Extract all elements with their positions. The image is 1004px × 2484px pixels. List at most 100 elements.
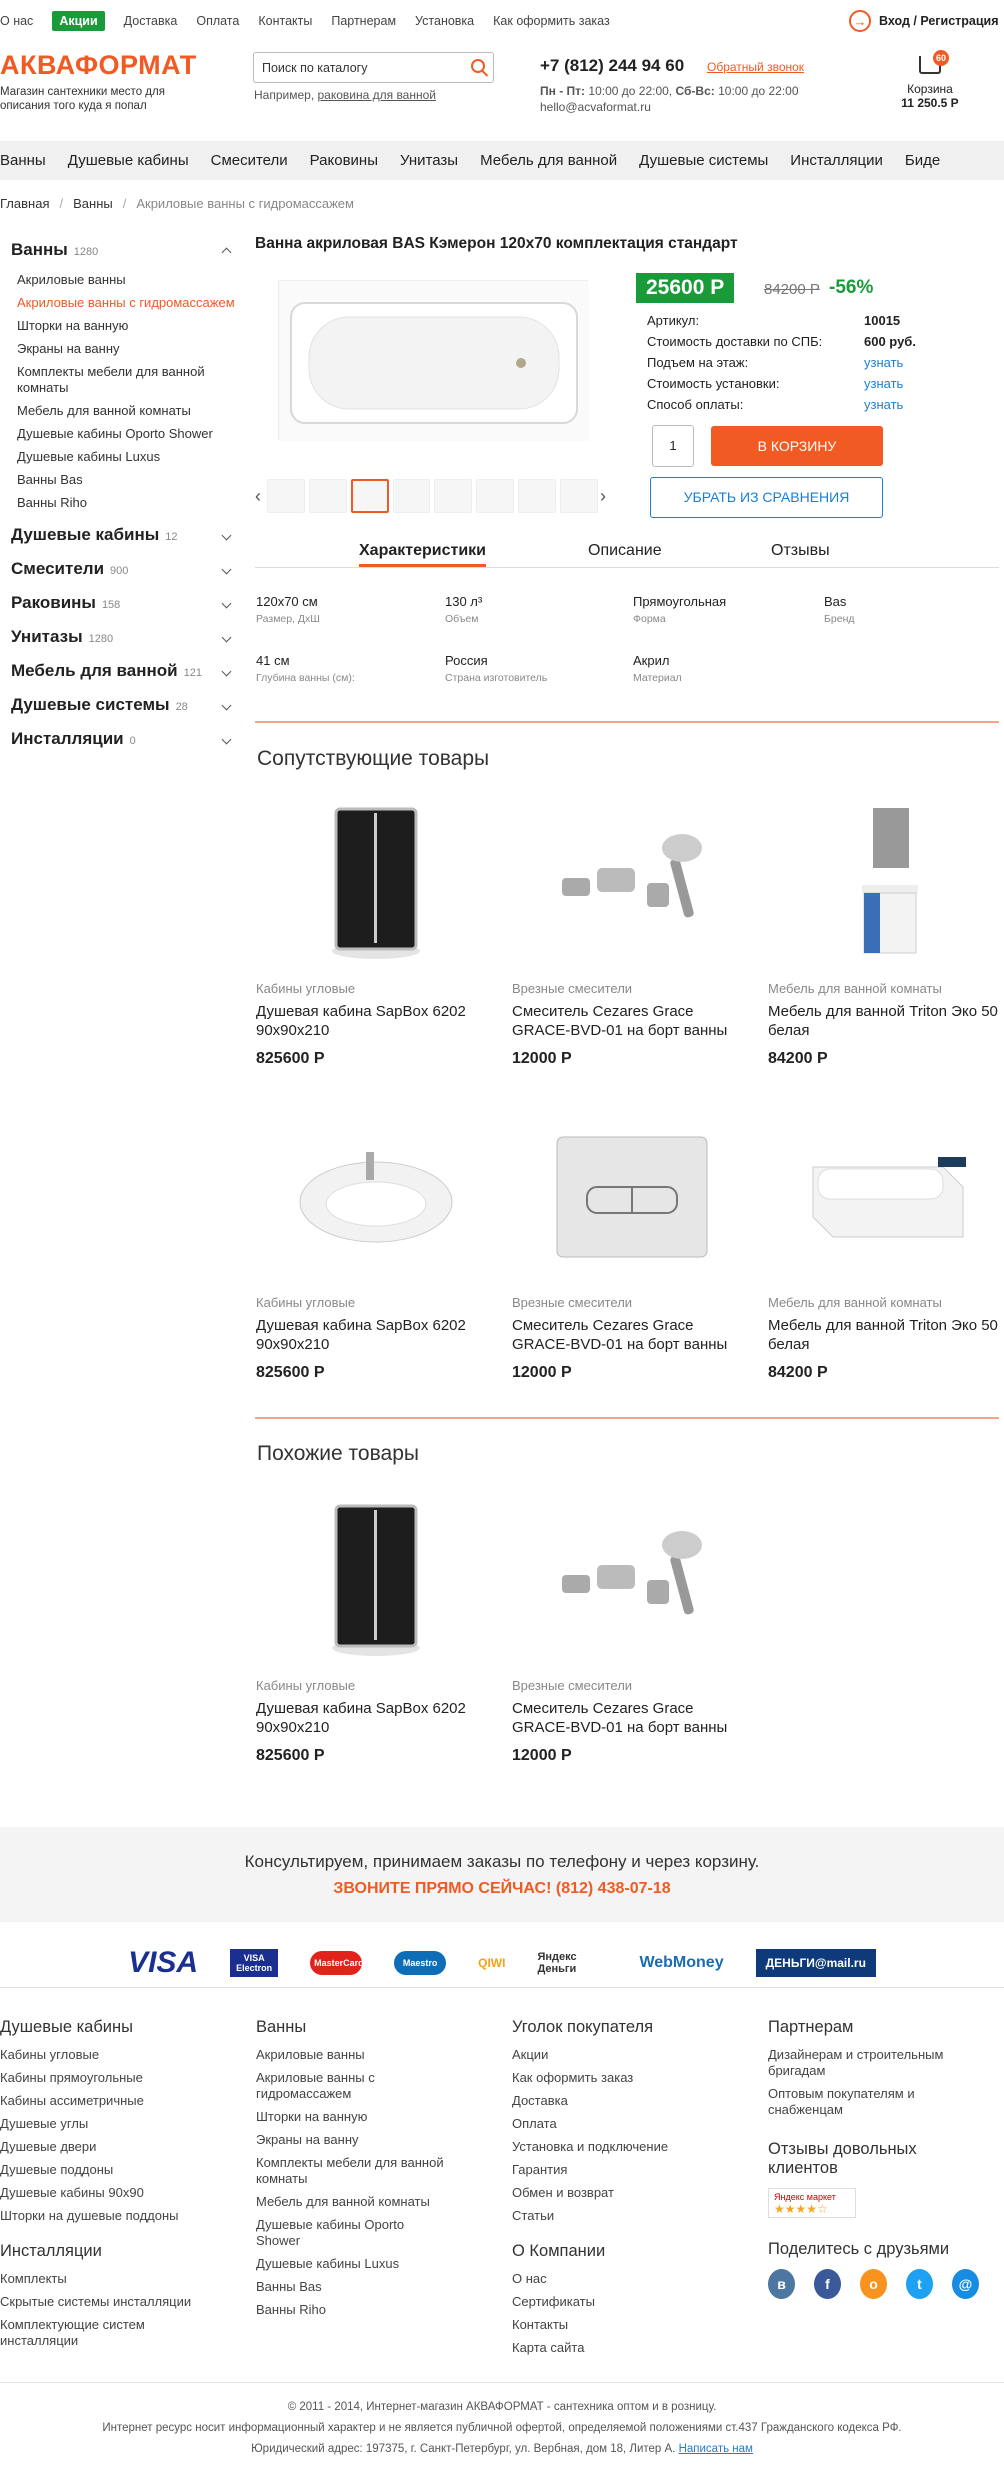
sidebar-subitem[interactable]: Комплекты мебели для ванной комнаты	[11, 364, 236, 396]
footer-link[interactable]: Оплата	[512, 2116, 742, 2132]
category-nav-item[interactable]: Мебель для ванной	[480, 152, 617, 169]
sidebar-subitem-active[interactable]: Акриловые ванны с гидромассажем	[11, 295, 236, 311]
product-card[interactable]: Мебель для ванной комнаты Мебель для ванн…	[768, 803, 1004, 1068]
top-nav-payment[interactable]: Оплата	[196, 14, 239, 28]
footer-link[interactable]: Статьи	[512, 2208, 742, 2224]
category-nav-item[interactable]: Раковины	[310, 152, 378, 169]
payment-method-link[interactable]: узнать	[864, 397, 903, 412]
floor-lift-link[interactable]: узнать	[864, 355, 903, 370]
footer-link[interactable]: Комплекты мебели для ванной комнаты	[256, 2155, 466, 2187]
sidebar-subitem[interactable]: Душевые кабины Luxus	[11, 449, 236, 465]
sidebar-group[interactable]: Душевые системы 28	[11, 688, 236, 722]
footer-link[interactable]: Кабины ассиметричные	[0, 2093, 230, 2109]
footer-link[interactable]: Шторки на душевые поддоны	[0, 2208, 230, 2224]
footer-link[interactable]: Комплектующие систем инсталляции	[0, 2317, 180, 2349]
phone-number[interactable]: +7 (812) 244 94 60	[540, 56, 684, 76]
sidebar-subitem[interactable]: Мебель для ванной комнаты	[11, 403, 236, 419]
sidebar-subitem[interactable]: Акриловые ванны	[11, 272, 236, 288]
cart-button[interactable]: 60 Корзина 11 250.5 Р	[895, 50, 965, 110]
product-main-image[interactable]	[278, 280, 589, 441]
odnoklassniki-icon[interactable]: о	[860, 2269, 887, 2299]
footer-link[interactable]: Кабины прямоугольные	[0, 2070, 230, 2086]
sidebar-subitem[interactable]: Ванны Riho	[11, 495, 236, 511]
top-nav-promo[interactable]: Акции	[52, 11, 105, 31]
footer-link[interactable]: Комплекты	[0, 2271, 230, 2287]
tab-description[interactable]: Описание	[588, 542, 662, 560]
footer-link[interactable]: Дизайнерам и строительным бригадам	[768, 2047, 968, 2079]
product-card[interactable]: Кабины угловые Душевая кабина SapBox 6202…	[256, 1500, 496, 1765]
remove-from-compare-button[interactable]: УБРАТЬ ИЗ СРАВНЕНИЯ	[650, 477, 883, 518]
thumbnail[interactable]	[560, 479, 598, 513]
footer-link[interactable]: Шторки на ванную	[256, 2109, 471, 2125]
yandex-market-badge[interactable]: Яндекс маркет ★★★★☆	[768, 2188, 856, 2218]
footer-link[interactable]: Контакты	[512, 2317, 742, 2333]
write-us-link[interactable]: Написать нам	[679, 2443, 753, 2455]
sidebar-group-baths[interactable]: Ванны 1280	[11, 233, 236, 267]
top-nav-partners[interactable]: Партнерам	[331, 14, 396, 28]
footer-link[interactable]: Ванны Riho	[256, 2302, 471, 2318]
top-nav-about[interactable]: О нас	[0, 14, 33, 28]
footer-link[interactable]: Акриловые ванны	[256, 2047, 471, 2063]
top-nav-how-to-order[interactable]: Как оформить заказ	[493, 14, 610, 28]
footer-link[interactable]: Душевые поддоны	[0, 2162, 230, 2178]
product-card[interactable]: Мебель для ванной комнаты Мебель для ванн…	[768, 1117, 1004, 1382]
sidebar-group[interactable]: Душевые кабины 12	[11, 518, 236, 552]
category-nav-item[interactable]: Смесители	[211, 152, 288, 169]
breadcrumb-baths[interactable]: Ванны	[73, 196, 113, 211]
breadcrumb-home[interactable]: Главная	[0, 196, 49, 211]
consult-phone[interactable]: ЗВОНИТЕ ПРЯМО СЕЙЧАС! (812) 438-07-18	[0, 1880, 1004, 1898]
quantity-input[interactable]: 1	[652, 425, 694, 467]
footer-link[interactable]: Душевые кабины Luxus	[256, 2256, 471, 2272]
thumbnail-selected[interactable]	[350, 479, 389, 513]
footer-link[interactable]: Сертификаты	[512, 2294, 742, 2310]
top-nav-delivery[interactable]: Доставка	[124, 14, 178, 28]
mailru-icon[interactable]: @	[952, 2269, 979, 2299]
footer-link[interactable]: Душевые двери	[0, 2139, 230, 2155]
footer-link[interactable]: Доставка	[512, 2093, 742, 2109]
tab-characteristics[interactable]: Характеристики	[359, 542, 487, 567]
sidebar-subitem[interactable]: Ванны Bas	[11, 472, 236, 488]
chevron-left-icon[interactable]: ‹	[255, 486, 265, 507]
top-nav-contacts[interactable]: Контакты	[258, 14, 312, 28]
footer-link[interactable]: Мебель для ванной комнаты	[256, 2194, 471, 2210]
footer-link[interactable]: О нас	[512, 2271, 742, 2287]
sidebar-group[interactable]: Инсталляции 0	[11, 722, 236, 756]
search-input[interactable]: Поиск по каталогу	[253, 52, 494, 83]
product-card[interactable]: Врезные смесители Смеситель Cezares Grace…	[512, 803, 752, 1068]
facebook-icon[interactable]: f	[814, 2269, 841, 2299]
footer-link[interactable]: Экраны на ванну	[256, 2132, 471, 2148]
chevron-right-icon[interactable]: ›	[600, 486, 610, 507]
thumbnail[interactable]	[476, 479, 515, 513]
category-nav-item[interactable]: Унитазы	[400, 152, 458, 169]
search-example-link[interactable]: раковина для ванной	[317, 88, 436, 102]
footer-link[interactable]: Гарантия	[512, 2162, 742, 2178]
sidebar-group[interactable]: Мебель для ванной 121	[11, 654, 236, 688]
footer-link[interactable]: Карта сайта	[512, 2340, 742, 2356]
footer-link[interactable]: Обмен и возврат	[512, 2185, 742, 2201]
sidebar-subitem[interactable]: Шторки на ванную	[11, 318, 236, 334]
product-card[interactable]: Кабины угловые Душевая кабина SapBox 6202…	[256, 1117, 496, 1382]
footer-link[interactable]: Кабины угловые	[0, 2047, 230, 2063]
footer-link[interactable]: Акции	[512, 2047, 742, 2063]
vk-icon[interactable]: в	[768, 2269, 795, 2299]
category-nav-item[interactable]: Инсталляции	[790, 152, 883, 169]
sidebar-group[interactable]: Унитазы 1280	[11, 620, 236, 654]
footer-link[interactable]: Ванны Bas	[256, 2279, 471, 2295]
category-nav-item[interactable]: Ванны	[0, 152, 46, 169]
product-card[interactable]: Кабины угловые Душевая кабина SapBox 6202…	[256, 803, 496, 1068]
footer-link[interactable]: Как оформить заказ	[512, 2070, 742, 2086]
footer-link[interactable]: Акриловые ванны с гидромассажем	[256, 2070, 406, 2102]
product-card[interactable]: Врезные смесители Смеситель Cezares Grace…	[512, 1117, 752, 1382]
thumbnail[interactable]	[266, 479, 305, 513]
sidebar-group[interactable]: Раковины 158	[11, 586, 236, 620]
footer-link[interactable]: Душевые кабины 90x90	[0, 2185, 230, 2201]
callback-link[interactable]: Обратный звонок	[707, 60, 804, 74]
login-link[interactable]: → Вход / Регистрация	[849, 10, 999, 32]
footer-link[interactable]: Душевые кабины Oporto Shower	[256, 2217, 406, 2249]
sidebar-group[interactable]: Смесители 900	[11, 552, 236, 586]
thumbnail[interactable]	[434, 479, 473, 513]
thumbnail[interactable]	[392, 479, 431, 513]
logo[interactable]: АКВАФОРМАТ	[0, 50, 197, 81]
category-nav-item[interactable]: Душевые системы	[639, 152, 768, 169]
footer-link[interactable]: Оптовым покупателям и снабженцам	[768, 2086, 948, 2118]
